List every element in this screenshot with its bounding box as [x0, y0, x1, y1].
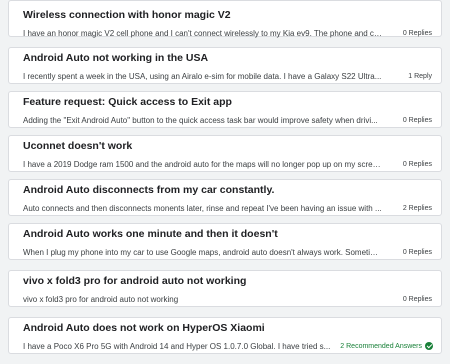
recommended-answers-badge: 2 Recommended Answers: [340, 342, 433, 350]
thread-card[interactable]: Android Auto not working in the USA I re…: [8, 47, 442, 84]
thread-title[interactable]: Android Auto disconnects from my car con…: [23, 184, 274, 196]
thread-list: Wireless connection with honor magic V2 …: [0, 0, 450, 364]
reply-count: 0 Replies: [402, 249, 432, 256]
recommended-answers-label: 2 Recommended Answers: [340, 342, 422, 350]
thread-title[interactable]: Android Auto does not work on HyperOS Xi…: [23, 322, 265, 334]
thread-title[interactable]: Uconnet doesn't work: [23, 140, 132, 152]
reply-count: 1 Reply: [408, 73, 432, 80]
thread-title[interactable]: Feature request: Quick access to Exit ap…: [23, 96, 232, 108]
reply-count: 2 Replies: [402, 205, 432, 212]
reply-count: 0 Replies: [402, 161, 432, 168]
thread-snippet: I recently spent a week in the USA, usin…: [23, 72, 382, 81]
thread-snippet: I have a Poco X6 Pro 5G with Android 14 …: [23, 342, 331, 351]
reply-count: 0 Replies: [402, 30, 432, 37]
reply-count: 0 Replies: [402, 117, 432, 124]
thread-snippet: When I plug my phone into my car to use …: [23, 248, 383, 257]
thread-card[interactable]: vivo x fold3 pro for android auto not wo…: [8, 270, 442, 307]
thread-snippet: Adding the "Exit Android Auto" button to…: [23, 116, 378, 125]
thread-card[interactable]: Wireless connection with honor magic V2 …: [8, 0, 442, 38]
thread-card[interactable]: Android Auto disconnects from my car con…: [8, 179, 442, 216]
thread-title[interactable]: Android Auto not working in the USA: [23, 52, 208, 64]
thread-snippet: I have a 2019 Dodge ram 1500 and the and…: [23, 160, 383, 169]
thread-snippet: I have an honor magic V2 cell phone and …: [23, 29, 383, 38]
thread-title[interactable]: Wireless connection with honor magic V2: [23, 9, 231, 21]
thread-card[interactable]: Android Auto does not work on HyperOS Xi…: [8, 317, 442, 354]
thread-snippet: vivo x fold3 pro for android auto not wo…: [23, 295, 179, 304]
check-circle-icon: [425, 342, 433, 350]
thread-title[interactable]: Android Auto works one minute and then i…: [23, 228, 278, 240]
thread-card[interactable]: Feature request: Quick access to Exit ap…: [8, 91, 442, 128]
thread-card[interactable]: Android Auto works one minute and then i…: [8, 223, 442, 260]
thread-card[interactable]: Uconnet doesn't work I have a 2019 Dodge…: [8, 135, 442, 172]
thread-title[interactable]: vivo x fold3 pro for android auto not wo…: [23, 275, 246, 287]
reply-count: 0 Replies: [402, 296, 432, 303]
thread-snippet: Auto connects and then disconnects monen…: [23, 204, 382, 213]
